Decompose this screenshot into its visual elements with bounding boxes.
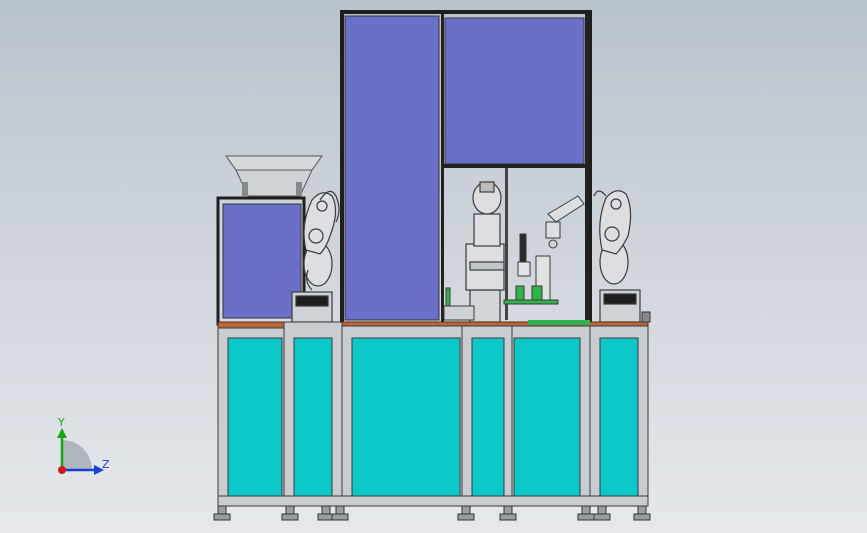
cabinet-panel-2	[293, 337, 333, 497]
cabinet-panel-4	[471, 337, 505, 497]
y-axis-label: Y	[57, 416, 65, 429]
x-axis-dot	[58, 466, 66, 474]
feeder-hopper	[225, 155, 323, 197]
left-enclosure-panel	[222, 203, 302, 319]
cabinet-panel-5	[513, 337, 581, 497]
gripper-station	[443, 195, 585, 321]
cabinet-frame	[217, 321, 649, 507]
axis-triad: Y Z	[57, 416, 110, 475]
z-axis-label: Z	[102, 458, 110, 471]
left-enclosure	[216, 196, 306, 326]
enclosure-panel-tall	[344, 15, 440, 321]
machine-drawing: Y Z	[57, 10, 651, 521]
cabinet-panel-3	[351, 337, 461, 497]
cabinet-panel-1	[227, 337, 283, 497]
center-robot	[465, 181, 505, 323]
leveling-feet	[213, 505, 651, 521]
right-robot-arm	[593, 190, 641, 323]
enclosure-panel-top	[444, 17, 585, 165]
cabinet-panel-6	[599, 337, 639, 497]
